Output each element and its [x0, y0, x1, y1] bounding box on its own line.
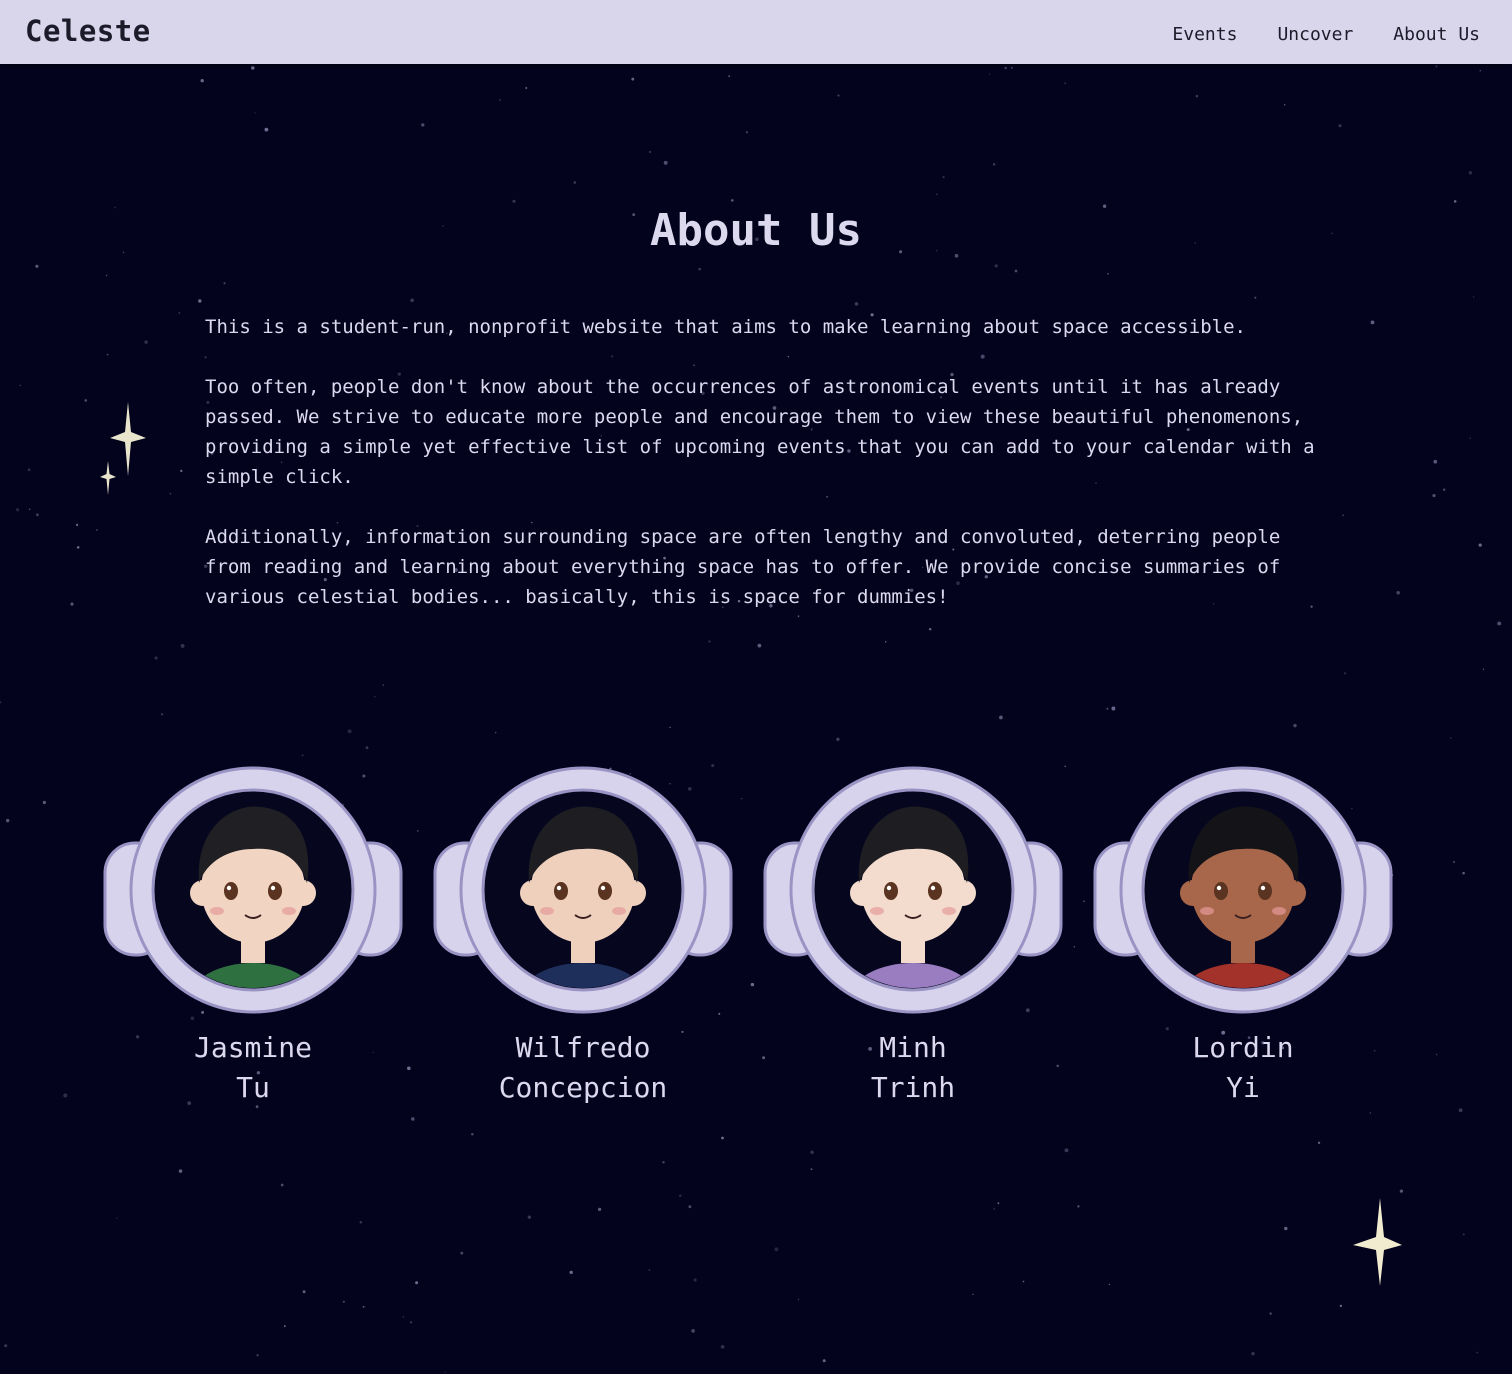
- member-last-name: Concepcion: [498, 1071, 668, 1104]
- member-first-name: Minh: [879, 1031, 947, 1064]
- member-first-name: Jasmine: [193, 1031, 312, 1064]
- member-name: Jasmine Tu: [103, 1028, 403, 1108]
- member-first-name: Wilfredo: [515, 1031, 651, 1064]
- astronaut-helmet-avatar: [763, 766, 1063, 1014]
- team-member-card: Wilfredo Concepcion: [433, 765, 733, 1108]
- starfield-background: [0, 65, 1502, 1373]
- nav-link-uncover[interactable]: Uncover: [1277, 24, 1353, 45]
- astronaut-helmet-avatar: [433, 766, 733, 1014]
- member-name: Wilfredo Concepcion: [433, 1028, 733, 1108]
- member-first-name: Lordin: [1192, 1031, 1294, 1064]
- astronaut-helmet-avatar: [1093, 766, 1393, 1014]
- member-name: Minh Trinh: [763, 1028, 1063, 1108]
- brand-logo-link[interactable]: Celeste: [25, 14, 151, 48]
- nav-link-about-us[interactable]: About Us: [1393, 24, 1480, 45]
- navbar: Celeste Events Uncover About Us: [0, 0, 1512, 64]
- team-member-card: Jasmine Tu: [103, 765, 403, 1108]
- team-member-card: Minh Trinh: [763, 765, 1063, 1108]
- nav-links: Events Uncover About Us: [1172, 24, 1480, 45]
- team-section: Jasmine Tu Wilfredo Concepcion Minh Trin…: [0, 765, 1512, 1125]
- page-title: About Us: [650, 205, 862, 256]
- about-paragraph: This is a student-run, nonprofit website…: [205, 316, 1246, 338]
- member-last-name: Tu: [236, 1071, 270, 1104]
- about-paragraph: Additionally, information surrounding sp…: [205, 526, 1281, 608]
- sparkle-star-icon: [100, 402, 146, 495]
- member-last-name: Yi: [1226, 1071, 1260, 1104]
- team-member-card: Lordin Yi: [1093, 765, 1393, 1108]
- nav-link-events[interactable]: Events: [1172, 24, 1237, 45]
- sparkle-star-icon: [1353, 1198, 1402, 1286]
- about-paragraph: Too often, people don't know about the o…: [205, 376, 1315, 488]
- about-description: This is a student-run, nonprofit website…: [205, 312, 1315, 642]
- member-name: Lordin Yi: [1093, 1028, 1393, 1108]
- astronaut-helmet-avatar: [103, 766, 403, 1014]
- member-last-name: Trinh: [870, 1071, 956, 1104]
